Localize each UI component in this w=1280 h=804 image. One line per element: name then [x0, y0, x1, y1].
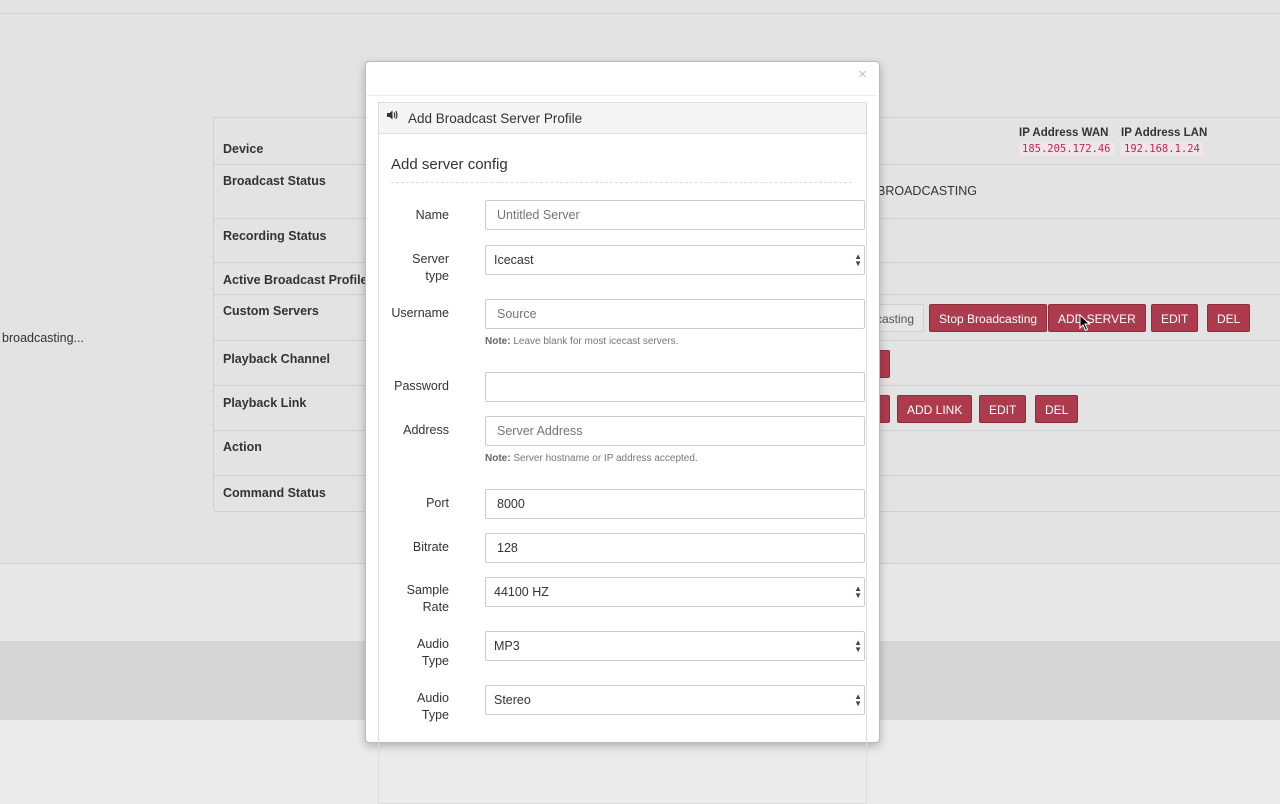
- ip-lan-header: IP Address LAN: [1121, 127, 1208, 139]
- audio-channels-label-line1: Audio: [417, 691, 449, 705]
- username-note-prefix: Note:: [485, 336, 511, 347]
- row-label-broadcast-status: Broadcast Status: [223, 174, 326, 188]
- port-input[interactable]: [485, 489, 865, 519]
- bitrate-input[interactable]: [485, 533, 865, 563]
- name-input[interactable]: [485, 200, 865, 230]
- section-title: Add server config: [391, 156, 508, 173]
- server-type-label-line1: Server: [412, 252, 449, 266]
- edit-server-button[interactable]: EDIT: [1151, 304, 1199, 332]
- username-input[interactable]: [485, 299, 865, 329]
- ip-lan-value: 192.168.1.24: [1121, 142, 1203, 156]
- audio-channels-select[interactable]: Stereo ▲ ▼: [485, 685, 865, 715]
- username-label: Username: [391, 306, 449, 320]
- row-label-command-status: Command Status: [223, 486, 326, 500]
- audio-type-label: Audio Type: [379, 636, 449, 670]
- row-label-active-profile: Active Broadcast Profile: [223, 273, 368, 287]
- audio-type-label-line1: Audio: [417, 637, 449, 651]
- panel-title: Add Broadcast Server Profile: [408, 111, 583, 126]
- sample-rate-label-line1: Sample: [406, 583, 449, 597]
- section-divider: [391, 182, 852, 183]
- audio-type-select[interactable]: MP3 ▲ ▼: [485, 631, 865, 661]
- sample-rate-value: 44100 HZ: [494, 585, 549, 599]
- select-arrows-icon: ▲ ▼: [854, 584, 862, 600]
- select-arrows-icon: ▲ ▼: [854, 638, 862, 654]
- row-label-device: Device: [223, 142, 264, 156]
- ip-wan-header: IP Address WAN: [1019, 127, 1109, 139]
- modal-header-divider: [366, 95, 877, 96]
- row-label-action: Action: [223, 440, 262, 454]
- address-note-text: Server hostname or IP address accepted.: [510, 453, 698, 464]
- address-note-prefix: Note:: [485, 453, 511, 464]
- audio-channels-label: Audio Type: [379, 690, 449, 724]
- mouse-cursor-icon: [1079, 314, 1091, 332]
- sample-rate-label: Sample Rate: [379, 582, 449, 616]
- audio-type-label-line2: Type: [421, 654, 449, 668]
- row-label-custom-servers: Custom Servers: [223, 304, 319, 318]
- bitrate-label: Bitrate: [412, 540, 449, 554]
- row-label-playback-link: Playback Link: [223, 396, 307, 410]
- stop-broadcasting-button[interactable]: Stop Broadcasting: [929, 304, 1048, 332]
- delete-link-button[interactable]: DEL: [1035, 395, 1079, 423]
- address-input[interactable]: [485, 416, 865, 446]
- address-label: Address: [403, 423, 449, 437]
- broadcast-status-value: BROADCASTING: [877, 184, 978, 198]
- sample-rate-select[interactable]: 44100 HZ ▲ ▼: [485, 577, 865, 607]
- username-note: Note: Leave blank for most icecast serve…: [485, 336, 678, 347]
- panel-header: Add Broadcast Server Profile: [379, 103, 866, 134]
- select-arrows-icon: ▲ ▼: [854, 692, 862, 708]
- password-label: Password: [394, 379, 449, 393]
- port-label: Port: [426, 496, 449, 510]
- ip-wan-value: 185.205.172.46: [1019, 142, 1114, 156]
- row-label-playback-channel: Playback Channel: [223, 352, 330, 366]
- password-input[interactable]: [485, 372, 865, 402]
- sample-rate-label-line2: Rate: [422, 600, 449, 614]
- server-profile-panel: Add Broadcast Server Profile Add server …: [378, 102, 867, 804]
- close-icon[interactable]: ×: [858, 66, 867, 83]
- name-label: Name: [415, 208, 449, 222]
- select-arrows-icon: ▲ ▼: [854, 252, 862, 268]
- add-link-button[interactable]: ADD LINK: [897, 395, 973, 423]
- server-type-label: Server type: [379, 251, 449, 285]
- server-type-select[interactable]: Icecast ▲ ▼: [485, 245, 865, 275]
- username-note-text: Leave blank for most icecast servers.: [510, 336, 679, 347]
- delete-server-button[interactable]: DEL: [1207, 304, 1251, 332]
- audio-type-value: MP3: [494, 639, 520, 653]
- address-note: Note: Server hostname or IP address acce…: [485, 453, 698, 464]
- add-server-button[interactable]: ADD SERVER: [1048, 304, 1146, 332]
- server-type-label-line2: type: [425, 269, 449, 283]
- broadcasting-status-text: broadcasting...: [2, 331, 84, 345]
- edit-link-button[interactable]: EDIT: [979, 395, 1027, 423]
- add-server-modal: × Add Broadcast Server Profile Add serve…: [365, 61, 880, 804]
- top-divider: [0, 13, 1280, 14]
- row-label-recording-status: Recording Status: [223, 229, 327, 243]
- server-type-value: Icecast: [494, 253, 534, 267]
- audio-channels-value: Stereo: [494, 693, 531, 707]
- volume-icon: [386, 109, 399, 124]
